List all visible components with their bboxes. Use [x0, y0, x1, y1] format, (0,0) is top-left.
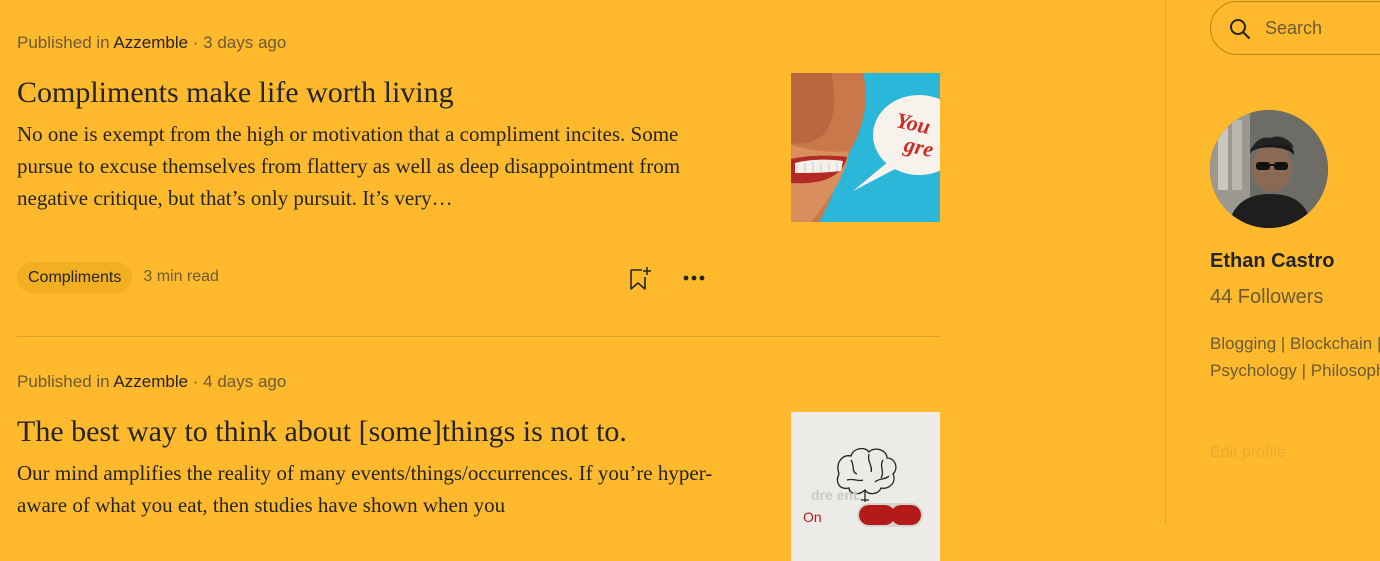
search-input[interactable]: Search: [1265, 18, 1322, 39]
meta-separator: ·: [188, 372, 204, 391]
read-time: 3 min read: [143, 268, 219, 285]
article-age: 4 days ago: [203, 372, 287, 391]
search-bar[interactable]: Search: [1210, 1, 1380, 55]
article-footer: Compliments 3 min read: [17, 261, 717, 293]
article-card[interactable]: Published in Azzemble · 3 days ago Compl…: [17, 31, 940, 293]
published-prefix: Published in: [17, 372, 110, 391]
article-card[interactable]: Published in Azzemble · 4 days ago The b…: [17, 370, 940, 561]
toggle-on-label: On: [803, 509, 822, 525]
toggle-off-label: Off: [901, 509, 920, 525]
brain-toggle-illustration: dre ent. On Off: [791, 412, 940, 561]
meta-separator: ·: [188, 33, 204, 52]
published-prefix: Published in: [17, 33, 110, 52]
article-meta: Published in Azzemble · 3 days ago: [17, 31, 940, 55]
publication-link[interactable]: Azzemble: [113, 33, 188, 52]
right-sidebar: Search Ethan Castro 44 Followers Bloggin…: [1165, 0, 1380, 524]
article-excerpt[interactable]: No one is exempt from the high or motiva…: [17, 118, 717, 214]
profile-name[interactable]: Ethan Castro: [1210, 250, 1334, 273]
bookmark-add-icon[interactable]: [627, 265, 653, 291]
search-icon: [1229, 18, 1251, 45]
avatar[interactable]: [1210, 110, 1328, 228]
vintage-smile-illustration: You gre: [791, 73, 940, 222]
article-thumbnail[interactable]: You gre: [791, 73, 940, 222]
profile-bio: Blogging | Blockchain | Psychology | Phi…: [1210, 334, 1380, 380]
feed: Published in Azzemble · 3 days ago Compl…: [0, 0, 1165, 561]
edit-profile-link[interactable]: Edit profile: [1210, 444, 1286, 462]
article-divider: [17, 336, 940, 337]
more-options-icon[interactable]: [681, 265, 707, 291]
tag-chip[interactable]: Compliments: [17, 261, 133, 293]
follower-count[interactable]: 44 Followers: [1210, 286, 1323, 309]
svg-text:dre ent.: dre ent.: [811, 487, 862, 503]
article-age: 3 days ago: [203, 33, 287, 52]
article-meta: Published in Azzemble · 4 days ago: [17, 370, 940, 394]
publication-link[interactable]: Azzemble: [113, 372, 188, 391]
article-excerpt[interactable]: Our mind amplifies the reality of many e…: [17, 457, 717, 521]
article-thumbnail[interactable]: dre ent. On Off: [791, 412, 940, 561]
